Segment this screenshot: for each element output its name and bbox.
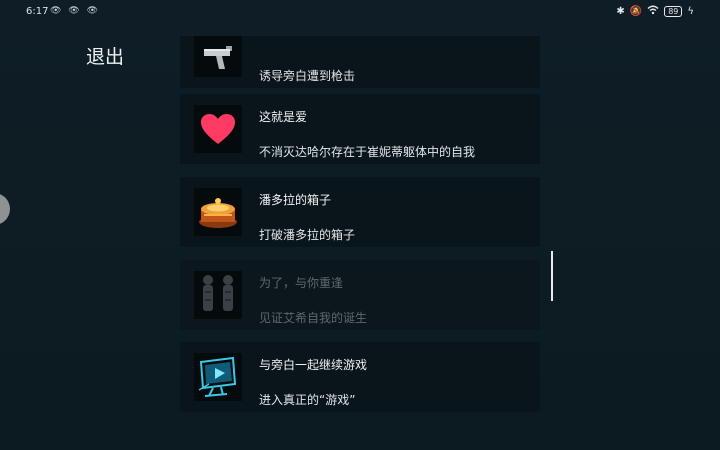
pandora-box-icon — [194, 188, 242, 236]
achievement-card[interactable]: 这就是爱 不消灭达哈尔存在于崔妮蒂躯体中的自我 — [180, 94, 540, 164]
achievement-description: 诱导旁白遭到枪击 — [259, 69, 356, 83]
charging-icon: ϟ — [687, 6, 694, 17]
achievement-card[interactable]: 与旁白一起继续游戏 进入真正的“游戏” — [180, 342, 540, 412]
achievement-title: 这就是爱 — [259, 110, 308, 124]
achievement-description: 不消灭达哈尔存在于崔妮蒂躯体中的自我 — [259, 145, 476, 159]
status-time: 6:17 — [26, 6, 49, 17]
statues-icon — [194, 271, 242, 319]
scrollbar-thumb[interactable] — [551, 251, 553, 301]
achievement-description: 见证艾希自我的诞生 — [259, 311, 368, 325]
notification-icons: 👁 👁 👁 — [50, 6, 100, 16]
achievement-description: 打破潘多拉的箱子 — [259, 228, 356, 242]
achievements-screen: 6:17 👁 👁 👁 ✱ 🔕 89 ϟ 退出 诱导旁白遭到枪击 这就是爱 不消灭… — [0, 0, 720, 450]
heart-icon — [194, 105, 242, 153]
exit-button[interactable]: 退出 — [86, 42, 124, 69]
battery-icon: 89 — [664, 6, 683, 17]
achievement-title: 潘多拉的箱子 — [259, 193, 332, 207]
gun-icon — [194, 36, 242, 77]
achievement-list[interactable]: 诱导旁白遭到枪击 这就是爱 不消灭达哈尔存在于崔妮蒂躯体中的自我 潘多拉的箱子 … — [180, 36, 540, 416]
floating-side-handle[interactable] — [0, 193, 10, 225]
achievement-card[interactable]: 诱导旁白遭到枪击 — [180, 36, 540, 88]
computer-monitor-icon — [194, 353, 242, 401]
status-icons: ✱ 🔕 89 ϟ — [616, 5, 694, 18]
status-bar: 6:17 👁 👁 👁 ✱ 🔕 89 ϟ — [0, 0, 720, 22]
achievement-card[interactable]: 潘多拉的箱子 打破潘多拉的箱子 — [180, 177, 540, 247]
achievement-title: 为了，与你重逢 — [259, 276, 344, 290]
bluetooth-icon: ✱ — [616, 6, 625, 17]
wifi-icon — [647, 5, 659, 18]
mute-icon: 🔕 — [629, 6, 643, 17]
achievement-card-locked[interactable]: 为了，与你重逢 见证艾希自我的诞生 — [180, 260, 540, 330]
achievement-description: 进入真正的“游戏” — [259, 393, 356, 407]
achievement-title: 与旁白一起继续游戏 — [259, 358, 368, 372]
